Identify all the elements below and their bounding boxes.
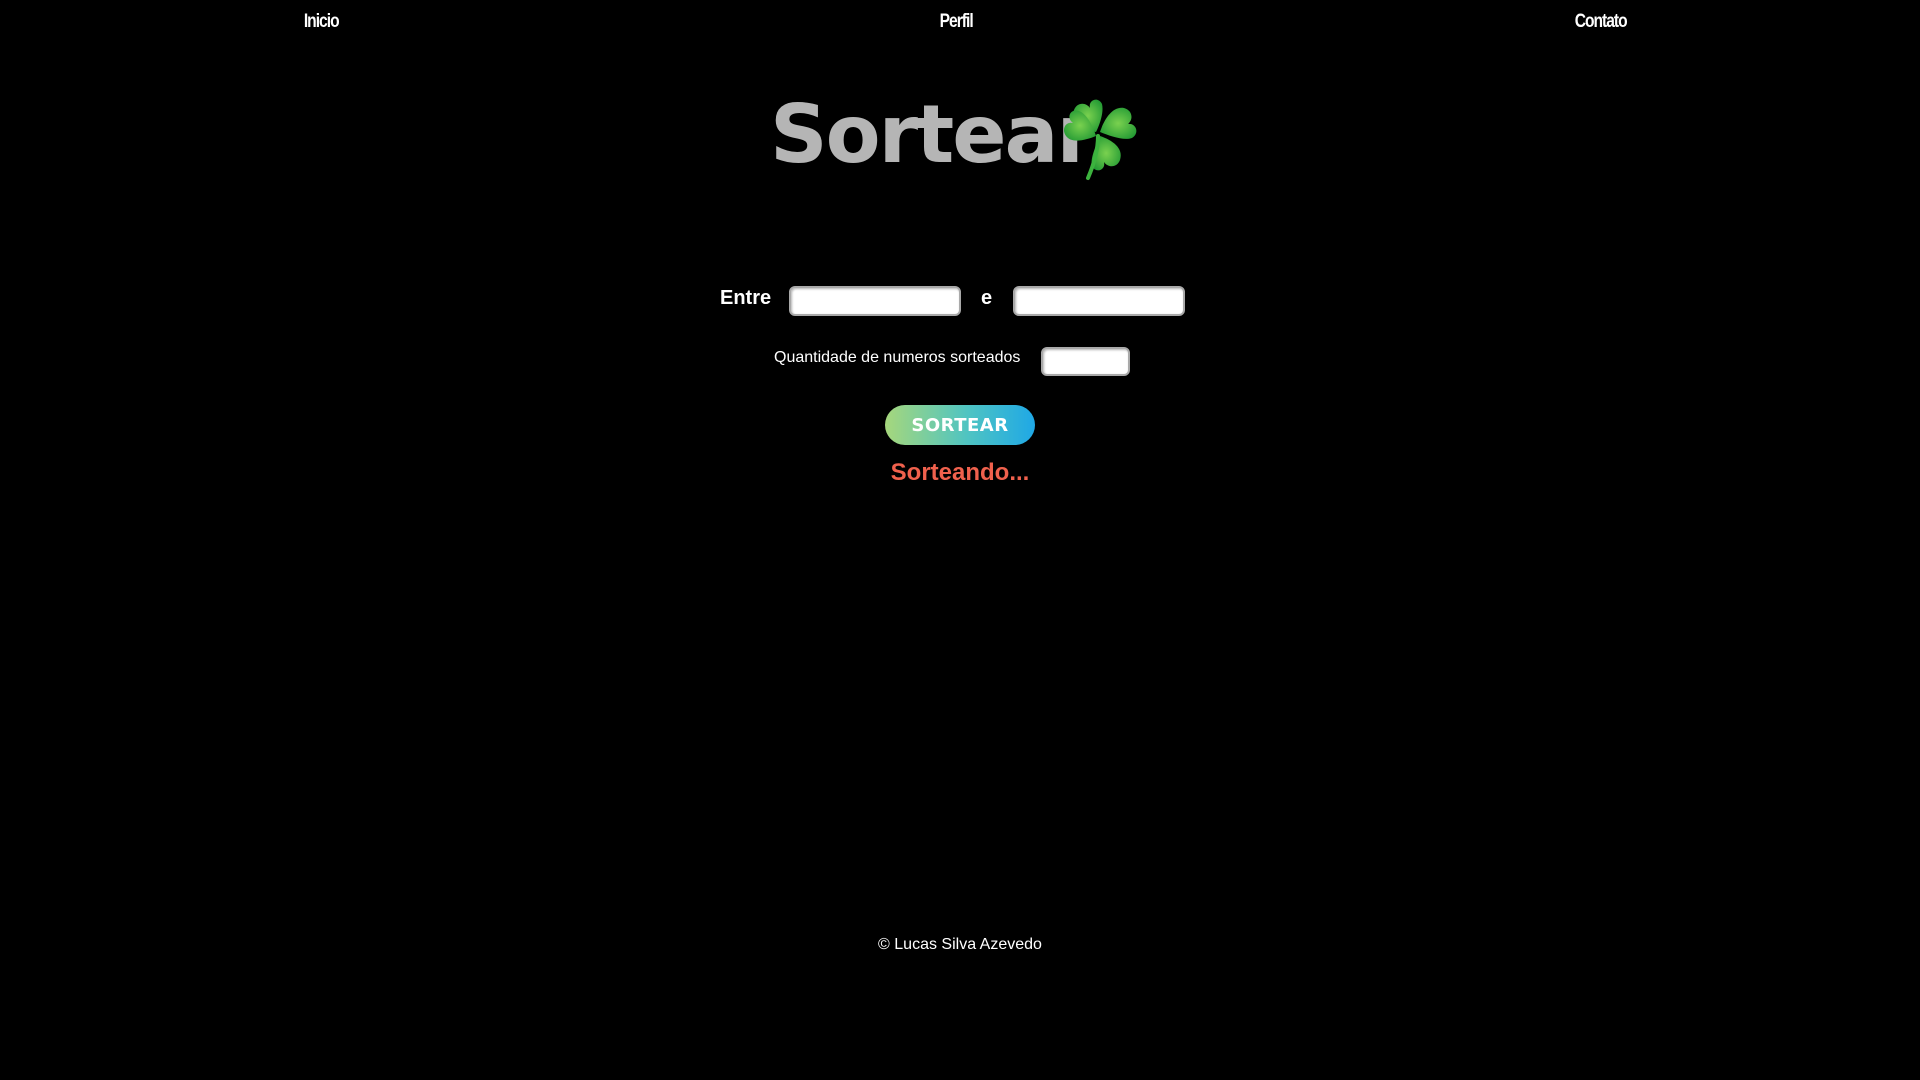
sortear-button[interactable]: SORTEAR bbox=[885, 405, 1035, 445]
four-leaf-clover-icon bbox=[1063, 99, 1137, 180]
range-min-input[interactable] bbox=[789, 286, 961, 316]
quantity-label: Quantidade de numeros sorteados bbox=[774, 349, 1021, 366]
nav-link-contato[interactable]: Contato bbox=[1575, 10, 1628, 34]
range-row: Entre e bbox=[0, 283, 1920, 319]
quantity-input[interactable] bbox=[1041, 347, 1130, 376]
logo-text: Sortear bbox=[770, 88, 1096, 181]
status-message: Sorteando... bbox=[890, 459, 1030, 486]
range-to-label: e bbox=[981, 287, 993, 309]
nav-link-perfil[interactable]: Perfil bbox=[940, 10, 974, 34]
footer-copyright: © Lucas Silva Azevedo bbox=[878, 936, 1042, 953]
page: Inicio Perfil Contato Sortear Entre e Qu… bbox=[0, 0, 1920, 1080]
range-from-label: Entre bbox=[720, 287, 772, 309]
quantity-row: Quantidade de numeros sorteados bbox=[0, 345, 1920, 377]
range-max-input[interactable] bbox=[1013, 286, 1185, 316]
nav-link-inicio[interactable]: Inicio bbox=[304, 10, 340, 34]
logo: Sortear bbox=[770, 88, 1142, 184]
